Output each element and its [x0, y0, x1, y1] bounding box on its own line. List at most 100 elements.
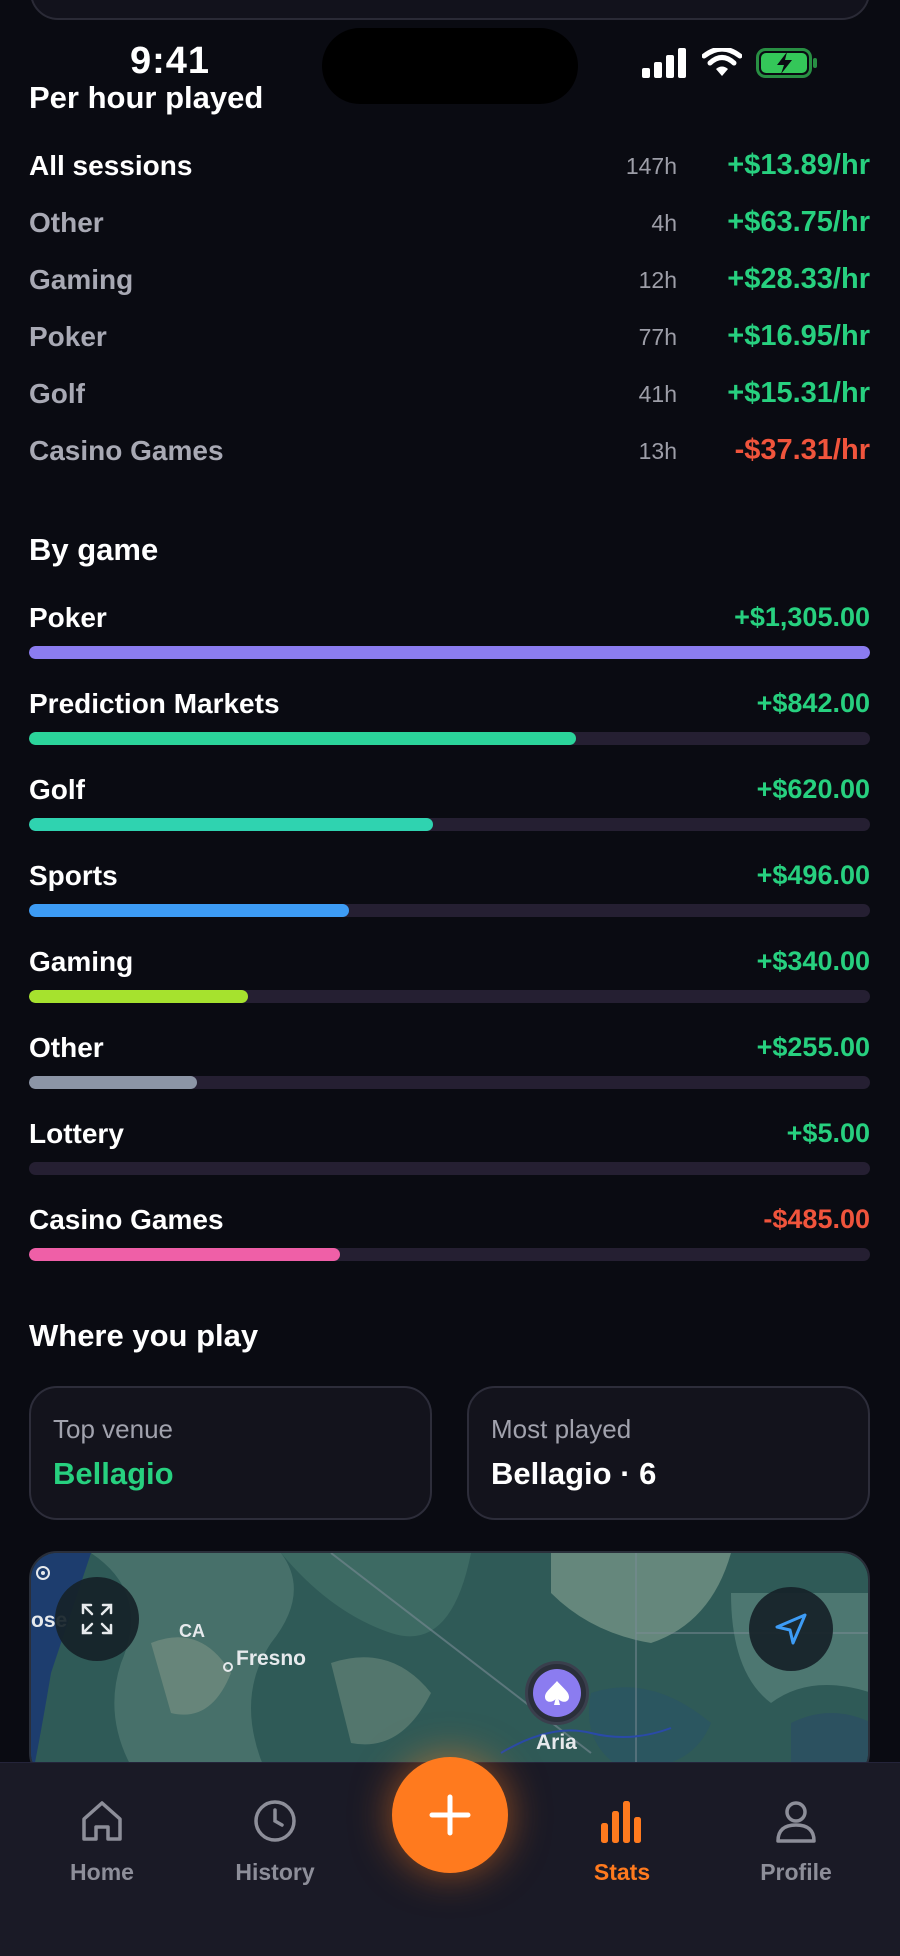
locate-me-button[interactable]	[749, 1587, 833, 1671]
map-terrain	[31, 1553, 868, 1779]
game-bar-fill	[29, 1248, 341, 1261]
where-title: Where you play	[29, 1318, 259, 1353]
rate-value: +$63.75/hr	[727, 206, 870, 238]
rate-row-other: Other 4h +$63.75/hr	[29, 206, 870, 247]
map-label-fresno: Fresno	[236, 1647, 307, 1670]
dynamic-island	[322, 28, 578, 104]
most-played-label: Most played	[491, 1414, 632, 1444]
rate-name: Casino Games	[29, 435, 224, 466]
map-label-ca: CA	[179, 1621, 205, 1641]
game-name: Casino Games	[29, 1204, 224, 1235]
game-row-prediction-markets[interactable]: Prediction Markets +$842.00	[29, 688, 870, 758]
nav-profile[interactable]: Profile	[726, 1793, 866, 1886]
game-amount: -$485.00	[763, 1204, 870, 1234]
game-bar-track	[29, 904, 870, 917]
game-amount: +$842.00	[756, 688, 870, 718]
game-row-lottery[interactable]: Lottery +$5.00	[29, 1118, 870, 1188]
nav-home-label: Home	[70, 1859, 134, 1885]
nav-history-label: History	[235, 1859, 315, 1885]
game-row-poker[interactable]: Poker +$1,305.00	[29, 602, 870, 672]
top-venue-value: Bellagio	[53, 1456, 174, 1491]
game-row-other[interactable]: Other +$255.00	[29, 1032, 870, 1102]
navigation-arrow-icon	[775, 1613, 807, 1645]
game-name: Sports	[29, 860, 118, 891]
game-bar-fill	[29, 732, 576, 745]
rate-name: Poker	[29, 321, 107, 352]
add-session-button[interactable]	[392, 1757, 508, 1873]
game-bar-fill	[29, 1076, 198, 1089]
game-bar-track	[29, 1076, 870, 1089]
rate-row-all-sessions: All sessions 147h +$13.89/hr	[29, 149, 870, 190]
game-bar-track	[29, 646, 870, 659]
game-bar-fill	[29, 990, 248, 1003]
rate-hours: 77h	[638, 324, 677, 350]
rate-hours: 147h	[625, 153, 677, 179]
rate-name: All sessions	[29, 150, 193, 181]
wifi-icon	[702, 48, 742, 76]
rate-hours: 4h	[651, 210, 677, 236]
nav-history[interactable]: History	[205, 1793, 345, 1886]
home-icon	[82, 1801, 122, 1841]
game-amount: +$496.00	[756, 860, 870, 890]
game-amount: +$255.00	[756, 1032, 870, 1062]
nav-stats[interactable]: Stats	[552, 1793, 692, 1886]
spade-icon	[545, 1681, 569, 1705]
status-time: 9:41	[130, 40, 211, 82]
rate-hours: 41h	[638, 381, 677, 407]
rate-value: +$28.33/hr	[727, 263, 870, 295]
rate-name: Golf	[29, 378, 85, 409]
game-row-casino-games[interactable]: Casino Games -$485.00	[29, 1204, 870, 1274]
rate-name: Gaming	[29, 264, 134, 295]
venue-pin-aria[interactable]	[525, 1661, 589, 1725]
rate-value: +$13.89/hr	[727, 149, 870, 181]
game-name: Lottery	[29, 1118, 124, 1149]
top-venue-label: Top venue	[53, 1414, 173, 1444]
game-amount: +$5.00	[786, 1118, 870, 1148]
rate-row-casino-games: Casino Games 13h -$37.31/hr	[29, 434, 870, 475]
nav-profile-label: Profile	[760, 1859, 832, 1885]
rate-value: -$37.31/hr	[734, 434, 870, 466]
game-bar-fill	[29, 904, 349, 917]
game-bar-track	[29, 1162, 870, 1175]
expand-map-button[interactable]	[55, 1577, 139, 1661]
game-amount: +$340.00	[756, 946, 870, 976]
game-bar-track	[29, 818, 870, 831]
per-hour-title: Per hour played	[29, 80, 264, 115]
game-name: Golf	[29, 774, 85, 805]
rate-value: +$15.31/hr	[727, 377, 870, 409]
top-venue-card[interactable]: Top venue Bellagio	[29, 1386, 432, 1520]
game-row-gaming[interactable]: Gaming +$340.00	[29, 946, 870, 1016]
game-amount: +$1,305.00	[734, 602, 870, 632]
clock-icon	[254, 1800, 296, 1842]
pin-badge	[533, 1669, 581, 1717]
rate-value: +$16.95/hr	[727, 320, 870, 352]
game-bar-track	[29, 1248, 870, 1261]
game-name: Other	[29, 1032, 104, 1063]
game-name: Prediction Markets	[29, 688, 280, 719]
game-name: Gaming	[29, 946, 134, 977]
game-bar-track	[29, 732, 870, 745]
signal-icon	[642, 48, 686, 78]
rate-name: Other	[29, 207, 104, 238]
bar-chart-icon	[601, 1801, 641, 1843]
battery-charging-icon	[756, 48, 817, 78]
rate-row-golf: Golf 41h +$15.31/hr	[29, 377, 870, 418]
rate-hours: 12h	[638, 267, 677, 293]
expand-icon	[81, 1603, 113, 1635]
map-label-aria: Aria	[536, 1731, 577, 1754]
venue-map[interactable]: ose CA Fresno Aria	[29, 1551, 870, 1781]
game-row-golf[interactable]: Golf +$620.00	[29, 774, 870, 844]
rate-row-poker: Poker 77h +$16.95/hr	[29, 320, 870, 361]
most-played-value: Bellagio · 6	[491, 1456, 657, 1491]
game-name: Poker	[29, 602, 107, 633]
game-bar-fill	[29, 646, 870, 659]
nav-home[interactable]: Home	[32, 1793, 172, 1886]
rate-hours: 13h	[638, 438, 677, 464]
most-played-card[interactable]: Most played Bellagio · 6	[467, 1386, 870, 1520]
game-bar-track	[29, 990, 870, 1003]
game-bar-fill	[29, 818, 433, 831]
nav-stats-label: Stats	[593, 1859, 651, 1885]
status-icons	[642, 48, 818, 78]
rate-row-gaming: Gaming 12h +$28.33/hr	[29, 263, 870, 304]
game-row-sports[interactable]: Sports +$496.00	[29, 860, 870, 930]
